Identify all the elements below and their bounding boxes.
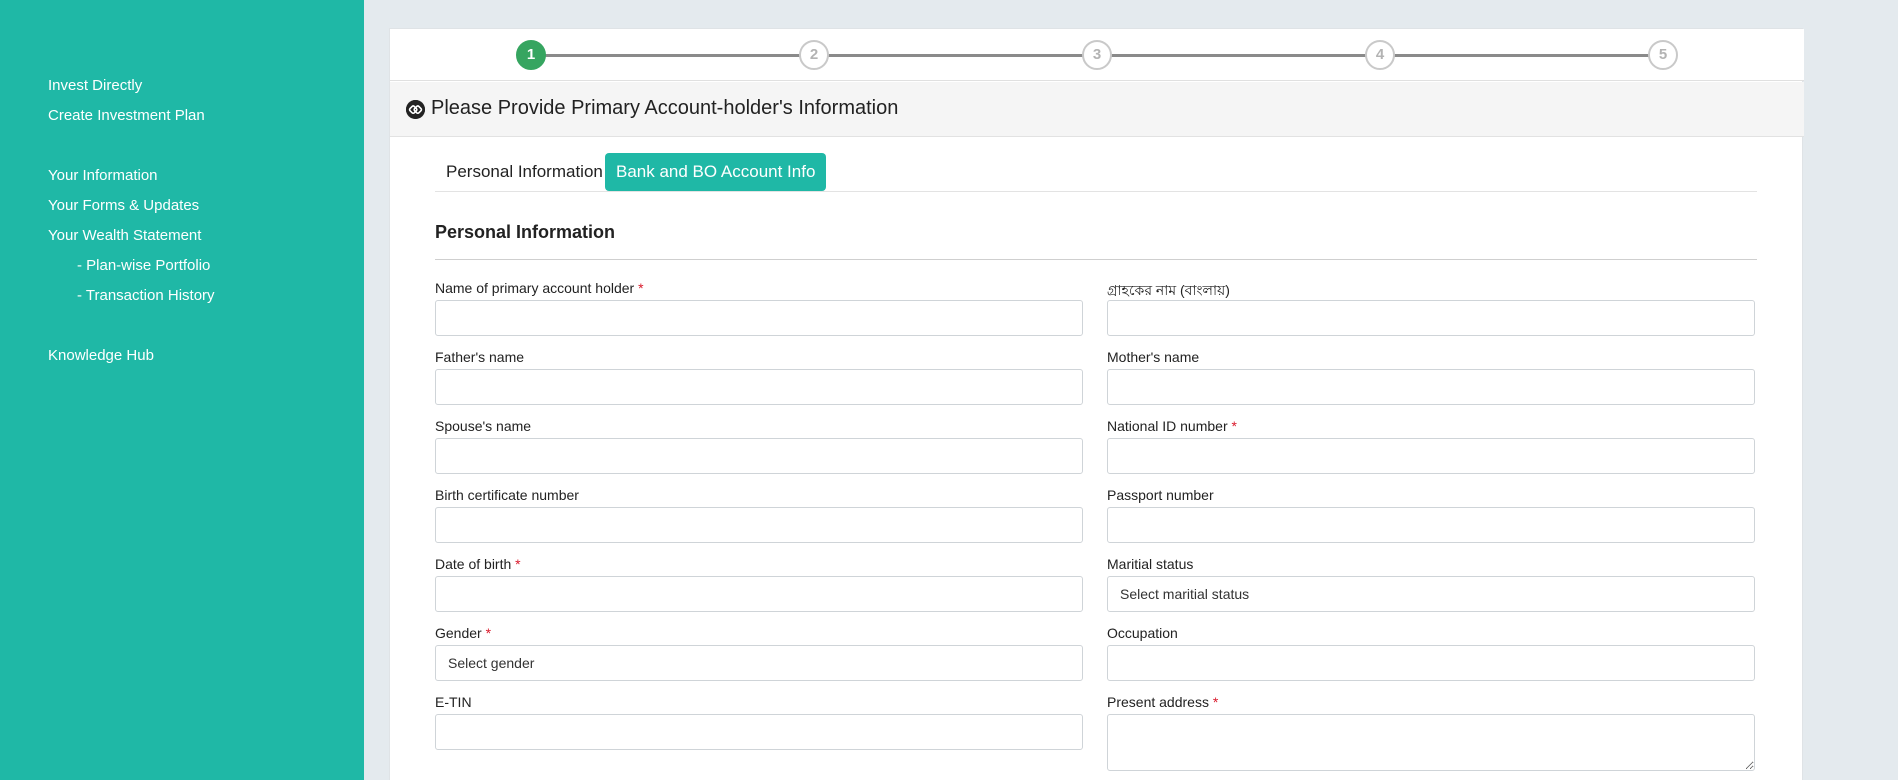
- etin-input[interactable]: [435, 714, 1083, 750]
- marital-status-label: Maritial status: [1107, 556, 1194, 572]
- name-input[interactable]: [435, 300, 1083, 336]
- step-4[interactable]: 4: [1365, 40, 1395, 70]
- etin-label: E-TIN: [435, 694, 472, 710]
- sidebar-item-wealth-statement[interactable]: Your Wealth Statement: [48, 227, 201, 244]
- panel-title: Please Provide Primary Account-holder's …: [431, 97, 899, 119]
- birth-certificate-label: Birth certificate number: [435, 487, 579, 503]
- sidebar: Invest Directly Create Investment Plan Y…: [0, 0, 364, 780]
- name-bangla-input[interactable]: [1107, 300, 1755, 336]
- step-3[interactable]: 3: [1082, 40, 1112, 70]
- father-name-label: Father's name: [435, 349, 525, 365]
- section-divider: [435, 259, 1757, 260]
- required-marker: *: [638, 280, 644, 296]
- progress-stepper: 1 2 3 4 5: [390, 29, 1804, 81]
- tab-bank-bo-account[interactable]: Bank and BO Account Info: [605, 153, 827, 191]
- sidebar-item-knowledge-hub[interactable]: Knowledge Hub: [48, 347, 154, 364]
- mother-name-label: Mother's name: [1107, 349, 1200, 365]
- passport-label: Passport number: [1107, 487, 1214, 503]
- name-label: Name of primary account holder *: [435, 280, 644, 296]
- nid-input[interactable]: [1107, 438, 1755, 474]
- required-marker: *: [1231, 418, 1237, 434]
- father-name-input[interactable]: [435, 369, 1083, 405]
- dob-input[interactable]: [435, 576, 1083, 612]
- mother-name-input[interactable]: [1107, 369, 1755, 405]
- step-5[interactable]: 5: [1648, 40, 1678, 70]
- gender-select[interactable]: Select gender: [435, 645, 1083, 681]
- required-marker: *: [1212, 694, 1219, 710]
- occupation-label: Occupation: [1107, 625, 1178, 641]
- sidebar-item-transaction-history[interactable]: - Transaction History: [77, 287, 215, 304]
- spouse-name-input[interactable]: [435, 438, 1083, 474]
- nid-label: National ID number *: [1107, 418, 1237, 434]
- spouse-name-label: Spouse's name: [435, 418, 532, 434]
- gender-label: Gender *: [435, 625, 492, 641]
- present-address-textarea[interactable]: [1107, 714, 1755, 771]
- form-tabs: Personal Information Bank and BO Account…: [435, 153, 1757, 192]
- section-title: Personal Information: [435, 222, 616, 242]
- step-1[interactable]: 1: [516, 40, 546, 70]
- required-marker: *: [485, 625, 492, 641]
- present-address-label: Present address *: [1107, 694, 1219, 710]
- step-2[interactable]: 2: [799, 40, 829, 70]
- passport-input[interactable]: [1107, 507, 1755, 543]
- dob-label: Date of birth *: [435, 556, 521, 572]
- sidebar-item-plan-wise-portfolio[interactable]: - Plan-wise Portfolio: [77, 257, 210, 274]
- sidebar-item-your-information[interactable]: Your Information: [48, 167, 158, 184]
- sidebar-item-forms-updates[interactable]: Your Forms & Updates: [48, 197, 199, 214]
- occupation-input[interactable]: [1107, 645, 1755, 681]
- marital-status-select[interactable]: Select maritial status: [1107, 576, 1755, 612]
- birth-certificate-input[interactable]: [435, 507, 1083, 543]
- panel-header: Please Provide Primary Account-holder's …: [390, 82, 1804, 137]
- sidebar-item-invest-directly[interactable]: Invest Directly: [48, 77, 142, 94]
- sidebar-item-create-investment-plan[interactable]: Create Investment Plan: [48, 107, 205, 124]
- form-card: 1 2 3 4 5 Please Provide Primary Account…: [389, 28, 1804, 780]
- link-circle-icon: [406, 100, 425, 119]
- tab-personal-information[interactable]: Personal Information: [435, 153, 614, 191]
- required-marker: *: [515, 556, 521, 572]
